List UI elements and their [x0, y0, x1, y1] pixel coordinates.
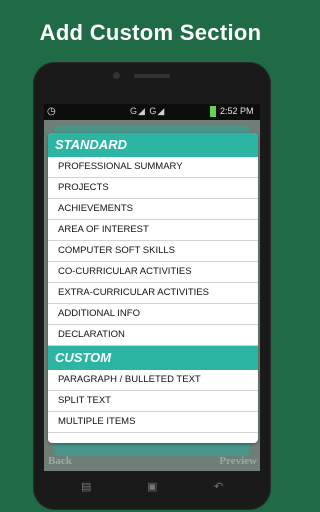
battery-icon	[210, 106, 216, 117]
phone-screen: ◷ G◢ G◢ 2:52 PM STANDARD PROFESSIONAL SU…	[44, 104, 260, 471]
menu-item-additional-info[interactable]: ADDITIONAL INFO	[48, 304, 258, 325]
bottom-bar: Back Preview	[44, 454, 260, 471]
menu-item-area-of-interest[interactable]: AREA OF INTEREST	[48, 220, 258, 241]
custom-header: CUSTOM	[48, 346, 258, 370]
status-bar: ◷ G◢ G◢ 2:52 PM	[44, 104, 260, 120]
back-key-icon[interactable]: ↶	[214, 480, 223, 493]
hardware-nav-keys: ▤ ▣ ↶	[33, 480, 271, 500]
phone-frame: ◷ G◢ G◢ 2:52 PM STANDARD PROFESSIONAL SU…	[33, 62, 271, 510]
menu-item-co-curricular[interactable]: CO-CURRICULAR ACTIVITIES	[48, 262, 258, 283]
menu-key-icon[interactable]: ▤	[81, 480, 91, 493]
menu-item-professional-summary[interactable]: PROFESSIONAL SUMMARY	[48, 157, 258, 178]
standard-header: STANDARD	[48, 133, 258, 157]
preview-button[interactable]: Preview	[219, 455, 257, 467]
menu-item-paragraph[interactable]: PARAGRAPH / BULLETED TEXT	[48, 370, 258, 391]
menu-item-multiple-items[interactable]: MULTIPLE ITEMS	[48, 412, 258, 433]
back-button[interactable]: Back	[48, 455, 72, 467]
menu-item-extra-curricular[interactable]: EXTRA-CURRICULAR ACTIVITIES	[48, 283, 258, 304]
speaker-grille	[134, 74, 170, 78]
camera-icon	[113, 72, 120, 79]
promo-title: Add Custom Section	[39, 20, 262, 45]
section-menu: STANDARD PROFESSIONAL SUMMARY PROJECTS A…	[48, 133, 258, 443]
signal-indicator: G◢ G◢	[130, 106, 166, 116]
alarm-icon: ◷	[47, 106, 56, 117]
menu-item-computer-soft-skills[interactable]: COMPUTER SOFT SKILLS	[48, 241, 258, 262]
menu-item-declaration[interactable]: DECLARATION	[48, 325, 258, 346]
status-time: 2:52 PM	[220, 106, 254, 116]
menu-item-split-text[interactable]: SPLIT TEXT	[48, 391, 258, 412]
menu-item-achievements[interactable]: ACHIEVEMENTS	[48, 199, 258, 220]
home-key-icon[interactable]: ▣	[147, 480, 157, 493]
menu-item-projects[interactable]: PROJECTS	[48, 178, 258, 199]
